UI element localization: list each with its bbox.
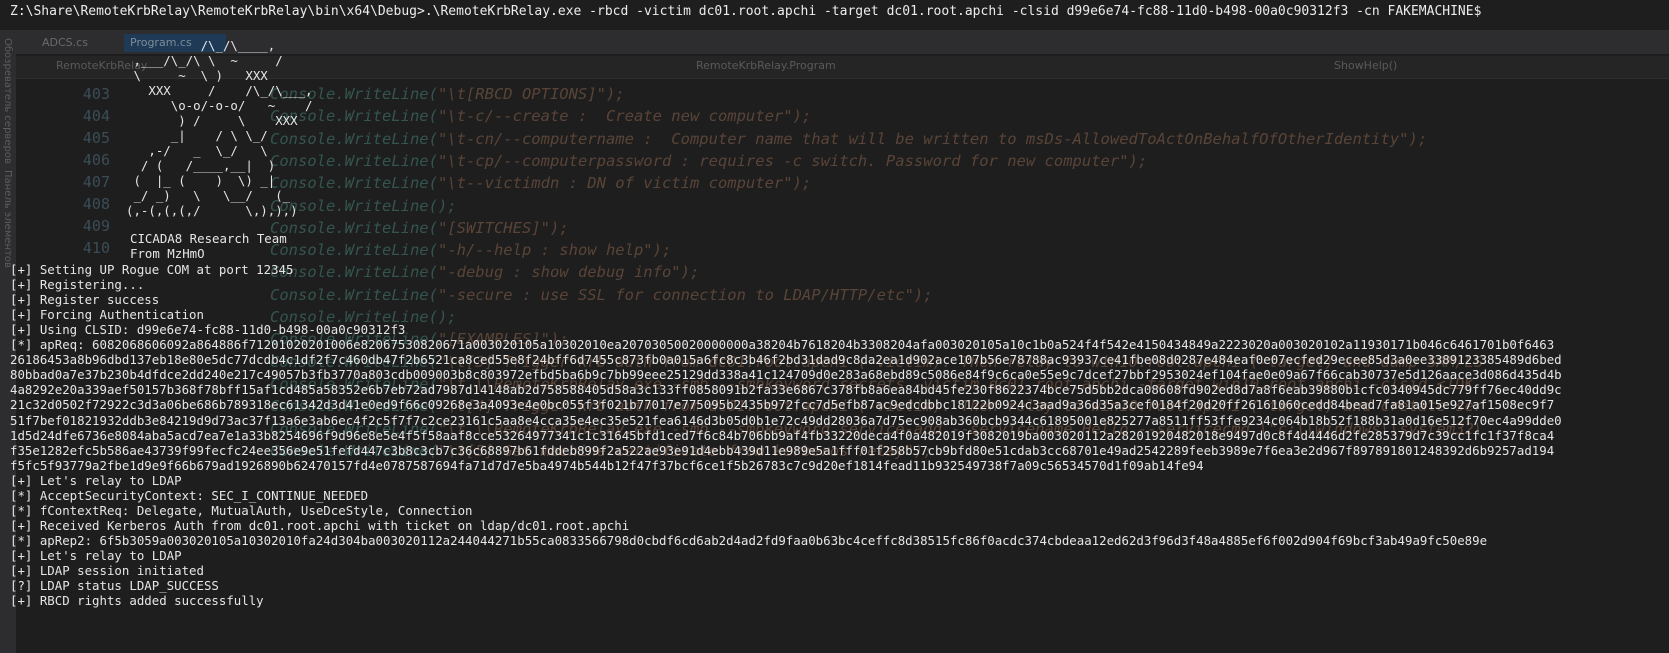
log-line: 51f7bef01821932ddb3e84219d9d73ac37f13a6e… [10,412,1562,428]
log-line: [+] Let's relay to LDAP [10,547,182,563]
log-line: 1d5d24dfe6736e8084aba5acd7ea7e1a33b82546… [10,427,1555,443]
ascii-art-logo: /\_/\____, ,___/\_/\ \ ~ / \ ~ \ ) XXX X… [126,38,313,218]
log-line: [?] LDAP status LDAP_SUCCESS [10,578,219,594]
author-name: From MzHmO [130,246,205,261]
log-line: [*] fContextReq: Delegate, MutualAuth, U… [10,502,473,518]
log-line: [+] Using CLSID: d99e6e74-fc88-11d0-b498… [10,322,406,338]
log-line: [*] apRep2: 6f5b3059a003020105a10302010f… [10,532,1488,548]
log-line: 26186453a8b96dbd137eb18e80e5dc77dcdb4c1d… [10,352,1562,368]
log-line: [*] AcceptSecurityContext: SEC_I_CONTINU… [10,487,369,503]
log-line: f5fc5f93779a2fbe1d9e9f66b679ad1926890b62… [10,457,1204,473]
log-line: [+] Register success [10,292,160,308]
log-line: [+] Let's relay to LDAP [10,472,182,488]
log-line: 80bbad0a7e37b230b4dfdce2dd240e217c49057b… [10,367,1562,383]
log-line: [+] Setting UP Rogue COM at port 12345 [10,262,294,277]
log-line: [+] Forcing Authentication [10,307,204,323]
log-line: [+] RBCD rights added successfully [10,593,264,609]
command-line: Z:\Share\RemoteKrbRelay\RemoteKrbRelay\b… [10,4,1482,19]
log-line: [+] LDAP session initiated [10,563,204,578]
log-line: f35e1282efc5b586ae43739f99fecfc24ee356e9… [10,442,1555,458]
terminal-output: Z:\Share\RemoteKrbRelay\RemoteKrbRelay\b… [0,0,1669,653]
log-line: 4a8292e20a339aef50157b368f78bff15af1cd48… [10,382,1562,398]
team-name: CICADA8 Research Team [130,231,287,246]
log-line: [+] Registering... [10,277,145,293]
log-line: [*] apReq: 6082068606092a864886f71201020… [10,337,1555,353]
log-line: 21c32d0502f72922c3d3a06be686b789318ec613… [10,397,1555,413]
log-line: [+] Received Kerberos Auth from dc01.roo… [10,517,630,533]
